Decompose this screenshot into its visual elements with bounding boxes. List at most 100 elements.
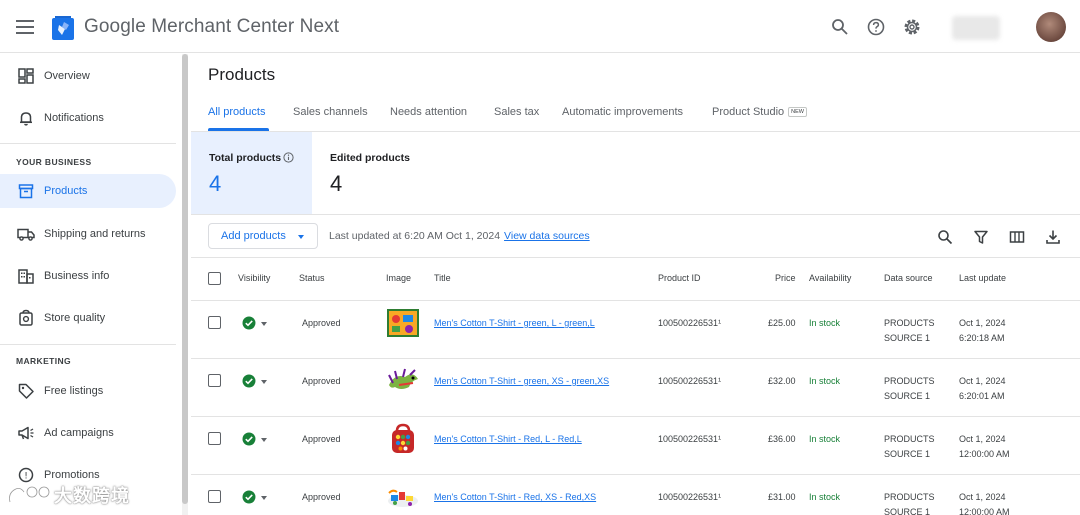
column-header-last-update[interactable]: Last update: [959, 273, 1006, 283]
check-circle-icon[interactable]: [242, 432, 256, 446]
sidebar-item-free-listings[interactable]: Free listings: [0, 374, 176, 408]
tab-needs-attention[interactable]: Needs attention: [390, 106, 467, 118]
total-products-label: Total products: [209, 152, 282, 164]
sidebar-item-label: Overview: [44, 70, 90, 82]
summary-cards: Total products 4 Edited products 4: [191, 132, 1080, 215]
column-header-product-id[interactable]: Product ID: [658, 273, 701, 283]
check-circle-icon[interactable]: [242, 490, 256, 504]
info-icon[interactable]: [283, 152, 294, 163]
table-row[interactable]: Approved Men's Cotton T-Shirt - green, X…: [191, 359, 1080, 417]
scrollbar-thumb[interactable]: [182, 54, 188, 504]
product-thumbnail[interactable]: [385, 307, 421, 339]
table-row[interactable]: Approved Men's Cotton T-Shirt - green, L…: [191, 301, 1080, 359]
visibility-dropdown-icon[interactable]: [261, 496, 267, 500]
sidebar-item-business-info[interactable]: Business info: [0, 259, 176, 293]
sidebar-item-store-quality[interactable]: Store quality: [0, 301, 176, 335]
menu-icon[interactable]: [14, 17, 36, 37]
search-icon[interactable]: [936, 228, 954, 246]
help-icon[interactable]: [866, 17, 886, 37]
sidebar: Overview Notifications YOUR BUSINESS Pro…: [0, 54, 180, 515]
filter-icon[interactable]: [972, 228, 990, 246]
avatar[interactable]: [1036, 12, 1066, 42]
select-all-checkbox[interactable]: [208, 272, 221, 285]
sidebar-divider: [0, 344, 176, 345]
sidebar-item-overview[interactable]: Overview: [0, 59, 176, 93]
watermark-logo-icon: [8, 485, 50, 503]
account-switcher[interactable]: [952, 16, 1000, 40]
settings-icon[interactable]: [902, 17, 922, 37]
product-title-link[interactable]: Men's Cotton T-Shirt - green, L - green,…: [434, 318, 595, 328]
table-row[interactable]: Approved Men's Cotton T-Shirt - Red, XS …: [191, 475, 1080, 515]
availability-cell: In stock: [809, 318, 841, 328]
product-title-link[interactable]: Men's Cotton T-Shirt - Red, XS - Red,XS: [434, 492, 596, 502]
product-id-cell: 100500226531¹: [658, 434, 722, 444]
status-cell: Approved: [302, 492, 341, 502]
sidebar-item-notifications[interactable]: Notifications: [0, 101, 176, 135]
row-checkbox[interactable]: [208, 432, 221, 445]
tab-automatic-improvements[interactable]: Automatic improvements: [562, 106, 683, 118]
tab-product-studio[interactable]: Product Studio NEW: [712, 106, 807, 118]
edited-products-label[interactable]: Edited products: [330, 152, 410, 164]
column-header-status[interactable]: Status: [299, 273, 325, 283]
sidebar-item-products[interactable]: Products: [0, 174, 176, 208]
check-circle-icon[interactable]: [242, 316, 256, 330]
column-header-title[interactable]: Title: [434, 273, 451, 283]
data-source-cell: PRODUCTS: [884, 434, 935, 444]
row-checkbox[interactable]: [208, 490, 221, 503]
visibility-dropdown-icon[interactable]: [261, 438, 267, 442]
product-id-cell: 100500226531¹: [658, 376, 722, 386]
sidebar-scrollbar[interactable]: [182, 54, 188, 515]
sidebar-item-label: Business info: [44, 270, 110, 282]
column-header-availability[interactable]: Availability: [809, 273, 851, 283]
visibility-dropdown-icon[interactable]: [261, 322, 267, 326]
data-source-cell-line2: SOURCE 1: [884, 391, 931, 401]
last-update-date: Oct 1, 2024: [959, 376, 1006, 386]
price-cell: £31.00: [768, 492, 796, 502]
product-thumbnail[interactable]: [385, 423, 421, 455]
last-update-time: 6:20:01 AM: [959, 391, 1005, 401]
tab-all-products[interactable]: All products: [208, 106, 265, 118]
sidebar-item-ad-campaigns[interactable]: Ad campaigns: [0, 416, 176, 450]
sidebar-item-shipping[interactable]: Shipping and returns: [0, 217, 176, 251]
column-header-price[interactable]: Price: [775, 273, 796, 283]
product-title-link[interactable]: Men's Cotton T-Shirt - Red, L - Red,L: [434, 434, 582, 444]
tab-sales-tax[interactable]: Sales tax: [494, 106, 539, 118]
column-header-image: Image: [386, 273, 412, 283]
truck-icon: [17, 228, 35, 241]
column-header-data-source[interactable]: Data source: [884, 273, 933, 283]
total-products-card[interactable]: Total products 4: [191, 132, 312, 214]
add-products-button[interactable]: Add products: [208, 223, 318, 249]
view-data-sources-link[interactable]: View data sources: [504, 230, 590, 242]
price-cell: £32.00: [768, 376, 796, 386]
row-checkbox[interactable]: [208, 316, 221, 329]
product-thumbnail[interactable]: [385, 365, 421, 397]
search-icon[interactable]: [830, 17, 850, 37]
columns-icon[interactable]: [1008, 228, 1026, 246]
data-source-cell: PRODUCTS: [884, 492, 935, 502]
product-id-cell: 100500226531¹: [658, 492, 722, 502]
tab-label: Product Studio: [712, 106, 785, 118]
sidebar-item-label: Ad campaigns: [44, 427, 114, 439]
availability-cell: In stock: [809, 492, 841, 502]
sidebar-item-label: Products: [44, 185, 88, 197]
table-row[interactable]: Approved Men's Cotton T-Shirt - Red, L -…: [191, 417, 1080, 475]
total-products-value: 4: [209, 171, 222, 196]
last-update-time: 12:00:00 AM: [959, 449, 1010, 459]
last-updated-label: Last updated at 6:20 AM Oct 1, 2024: [329, 230, 501, 242]
data-source-cell-line2: SOURCE 1: [884, 333, 931, 343]
check-circle-icon[interactable]: [242, 374, 256, 388]
last-update-time: 6:20:18 AM: [959, 333, 1005, 343]
store-quality-icon: [19, 309, 33, 326]
row-checkbox[interactable]: [208, 374, 221, 387]
products-box-icon: [18, 184, 34, 199]
product-thumbnail[interactable]: [385, 481, 421, 513]
sidebar-item-label: Free listings: [44, 385, 104, 397]
top-app-bar: Google Merchant Center Next: [0, 0, 1080, 53]
download-icon[interactable]: [1044, 228, 1062, 246]
visibility-dropdown-icon[interactable]: [261, 380, 267, 384]
tab-sales-channels[interactable]: Sales channels: [293, 106, 368, 118]
product-title-link[interactable]: Men's Cotton T-Shirt - green, XS - green…: [434, 376, 609, 386]
column-header-visibility[interactable]: Visibility: [238, 273, 270, 283]
watermark: 大数跨境: [6, 480, 130, 510]
data-source-cell-line2: SOURCE 1: [884, 449, 931, 459]
